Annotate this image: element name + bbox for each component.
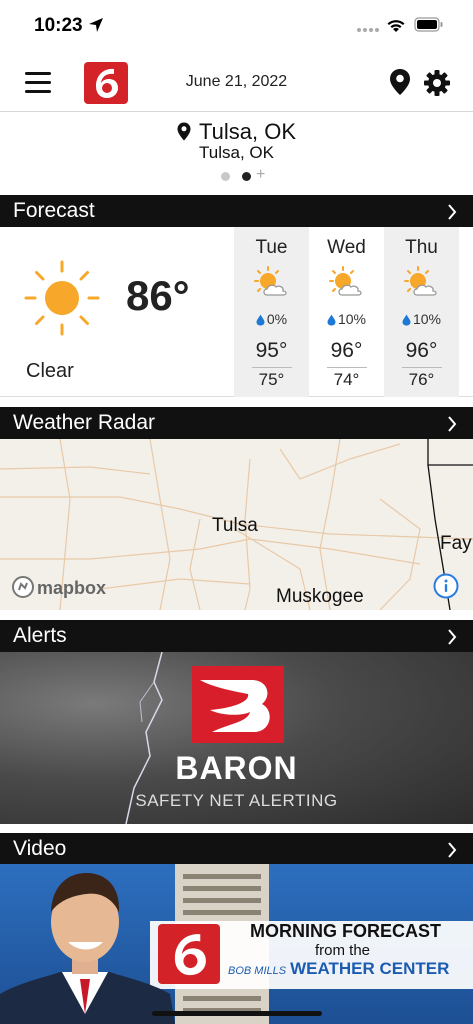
chevron-right-icon: [448, 204, 457, 220]
forecast-day[interactable]: Thu 10% 96° 76°: [384, 227, 459, 397]
forecast-title: Forecast: [13, 199, 95, 222]
pager-dot[interactable]: [221, 172, 230, 181]
low-temp: 76°: [408, 370, 435, 389]
low-temp: 74°: [333, 370, 360, 389]
precip-value: 10%: [412, 311, 442, 327]
map-city-label: Muskogee: [276, 586, 364, 607]
high-temp: 96°: [405, 339, 438, 362]
day-name: Tue: [255, 237, 288, 258]
mapbox-attribution: mapbox: [11, 575, 106, 599]
radar-map[interactable]: Tulsa Muskogee Fay mapbox: [0, 439, 473, 610]
location-arrow-icon: [89, 18, 103, 32]
battery-icon: [414, 17, 443, 32]
alerts-section-header[interactable]: Alerts: [0, 620, 473, 652]
mapbox-logo-icon: [12, 576, 34, 598]
location-subtitle: Tulsa, OK: [199, 143, 274, 162]
radar-section-header[interactable]: Weather Radar: [0, 407, 473, 439]
partly-cloudy-icon: [254, 266, 287, 296]
video-thumbnail[interactable]: MORNING FORECAST from the BOB MILLS WEATH…: [0, 864, 473, 1024]
baron-tagline: SAFETY NET ALERTING: [135, 791, 338, 810]
partly-cloudy-icon: [329, 266, 362, 296]
baron-brand: BARON: [175, 750, 298, 786]
forecast-day[interactable]: Wed 10% 96° 74°: [309, 227, 384, 397]
sun-icon: [24, 260, 100, 336]
alerts-title: Alerts: [13, 624, 67, 647]
low-temp: 75°: [258, 370, 285, 389]
app-header: June 21, 2022: [0, 54, 473, 112]
location-pin-icon[interactable]: [389, 68, 411, 96]
radar-title: Weather Radar: [13, 411, 156, 434]
signal-dots-icon: [357, 28, 379, 32]
forecast-day[interactable]: Tue 0% 95° 75°: [234, 227, 309, 397]
forecast-section-header[interactable]: Forecast: [0, 195, 473, 227]
baron-b-icon: [200, 680, 270, 732]
raindrop-icon: [327, 314, 336, 326]
anchor-person-image: [0, 872, 175, 1024]
temp-divider: [402, 367, 442, 368]
current-condition: Clear: [26, 360, 74, 382]
status-time: 10:23: [34, 15, 83, 36]
day-name: Wed: [327, 237, 366, 258]
video-section-header[interactable]: Video: [0, 833, 473, 865]
high-temp: 95°: [255, 339, 288, 362]
pager-dot-active[interactable]: [242, 172, 251, 181]
location-city: Tulsa, OK: [199, 119, 296, 144]
partly-cloudy-icon: [404, 266, 437, 296]
forecast-panel[interactable]: 86° Clear Tue 0% 95° 75° Wed 10% 96° 74°…: [0, 227, 473, 397]
info-icon[interactable]: [433, 573, 459, 599]
video-title: Video: [13, 837, 67, 860]
map-city-label: Fay: [440, 533, 472, 554]
current-temperature: 86°: [126, 272, 190, 319]
location-selector[interactable]: Tulsa, OK Tulsa, OK +: [0, 113, 473, 195]
raindrop-icon: [402, 314, 411, 326]
day-name: Thu: [405, 237, 438, 258]
home-indicator: [152, 1011, 322, 1016]
chevron-right-icon: [448, 842, 457, 858]
raindrop-icon: [256, 314, 265, 326]
status-bar: 10:23: [0, 0, 473, 54]
precip-chance: 0%: [234, 311, 309, 327]
map-city-label: Tulsa: [212, 515, 258, 536]
precip-chance: 10%: [384, 311, 459, 327]
chevron-right-icon: [448, 629, 457, 645]
temp-divider: [252, 367, 292, 368]
banner-line-3: BOB MILLS WEATHER CENTER: [228, 959, 449, 979]
high-temp: 96°: [330, 339, 363, 362]
location-pin-small-icon: [177, 122, 191, 141]
location-title: Tulsa, OK: [0, 119, 473, 145]
banner-line-2: from the: [315, 942, 371, 959]
banner-weather-center: WEATHER CENTER: [290, 959, 450, 978]
banner-line-1: MORNING FORECAST: [250, 921, 441, 941]
wifi-icon: [387, 20, 405, 32]
add-location-icon[interactable]: +: [256, 166, 265, 184]
chevron-right-icon: [448, 416, 457, 432]
mapbox-text: mapbox: [37, 578, 107, 598]
precip-chance: 10%: [309, 311, 384, 327]
precip-value: 0%: [266, 311, 288, 327]
banner-sponsor: BOB MILLS: [228, 965, 287, 977]
precip-value: 10%: [337, 311, 367, 327]
baron-logo: [192, 666, 284, 743]
gear-icon[interactable]: [423, 69, 451, 97]
alerts-banner[interactable]: BARON SAFETY NET ALERTING: [0, 652, 473, 824]
location-pager[interactable]: +: [0, 166, 473, 184]
temp-divider: [327, 367, 367, 368]
